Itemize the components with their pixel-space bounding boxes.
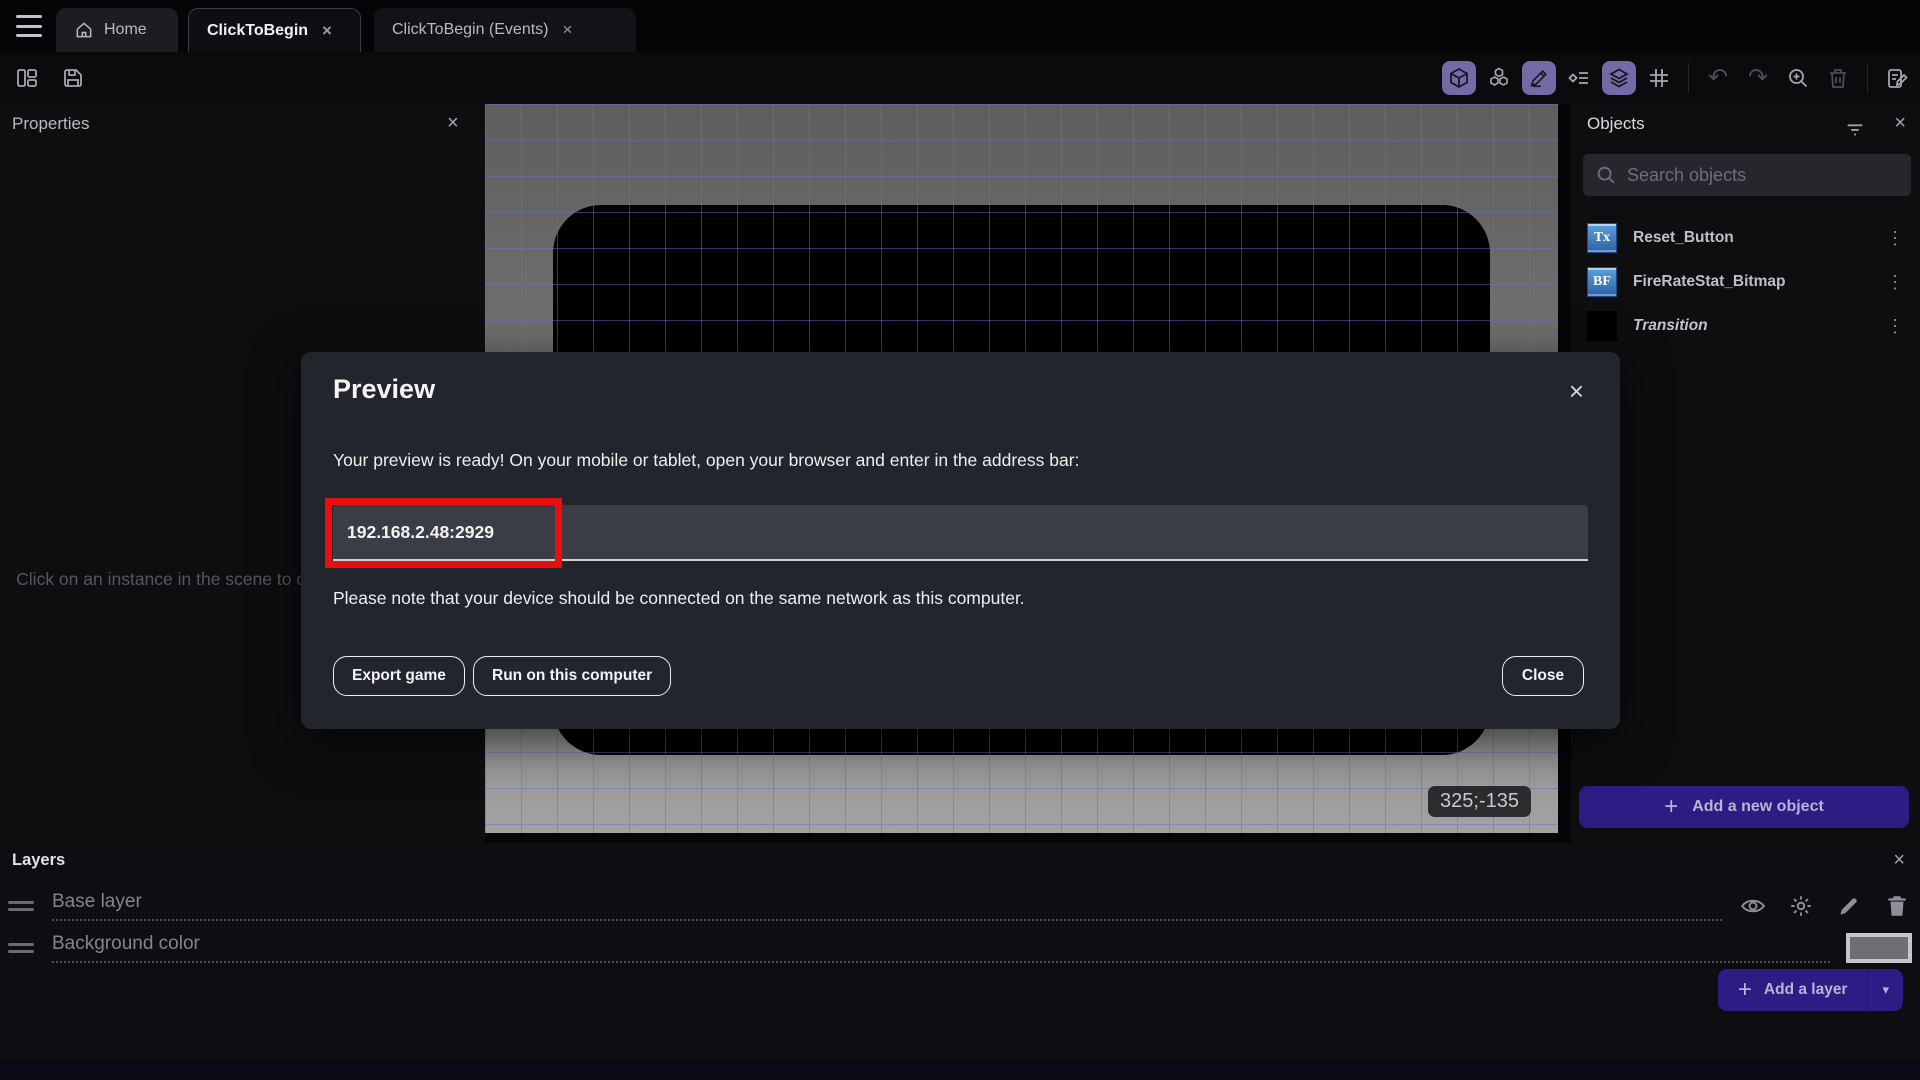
tab-label: ClickToBegin (Events) [392, 21, 549, 38]
dialog-note: Please note that your device should be c… [333, 588, 1025, 608]
add-layer-button[interactable]: + Add a layer [1718, 969, 1868, 1011]
chevron-down-icon: ▾ [1882, 982, 1889, 997]
text-object-icon: Tx [1587, 223, 1617, 253]
dialog-title: Preview [333, 374, 436, 404]
delete-layer-icon[interactable] [1882, 891, 1912, 921]
delete-icon[interactable] [1821, 61, 1855, 95]
undo-icon[interactable]: ↶ [1701, 61, 1735, 95]
objects-search-box [1583, 154, 1911, 196]
toggle-panels-icon[interactable] [10, 61, 44, 95]
object-name: Reset_Button [1633, 229, 1734, 246]
tab-home[interactable]: Home [56, 8, 178, 52]
drag-handle-icon[interactable] [8, 939, 34, 957]
tab-clicktobegin-events[interactable]: ClickToBegin (Events) × [374, 8, 636, 52]
redo-icon[interactable]: ↷ [1741, 61, 1775, 95]
layers-panel: Layers × Base layer Background color + A… [0, 843, 1920, 1080]
close-icon[interactable]: × [447, 112, 459, 135]
plus-icon: + [1737, 976, 1752, 1003]
home-icon [74, 20, 94, 40]
objects-panel: Objects × Tx Reset_Button ⋮ BF FireRateS… [1571, 104, 1920, 843]
tab-bar: Home ClickToBegin × ClickToBegin (Events… [0, 0, 1920, 52]
tab-label: Home [104, 21, 147, 38]
layers-panel-toggle-icon[interactable] [1602, 61, 1636, 95]
background-color-swatch[interactable] [1846, 933, 1912, 963]
tab-close-icon[interactable]: × [563, 20, 573, 40]
export-game-button[interactable]: Export game [333, 656, 465, 696]
close-icon[interactable]: × [1569, 376, 1584, 407]
run-on-this-computer-button[interactable]: Run on this computer [473, 656, 672, 696]
object-row-reset-button[interactable]: Tx Reset_Button ⋮ [1571, 216, 1920, 260]
toolbar: Preview ▾ Publish ↶ ↷ [0, 52, 1920, 146]
objects-panel-toggle-icon[interactable] [1442, 61, 1476, 95]
layer-row-base: Base layer [8, 887, 1912, 925]
visibility-eye-icon[interactable] [1738, 891, 1768, 921]
object-name: FireRateStat_Bitmap [1633, 273, 1786, 290]
tab-close-icon[interactable]: × [322, 21, 332, 41]
drag-handle-icon[interactable] [8, 897, 34, 915]
tab-clicktobegin[interactable]: ClickToBegin × [188, 8, 361, 52]
toolbar-separator [1867, 63, 1868, 93]
main-menu-icon[interactable] [16, 15, 42, 37]
objects-panel-title: Objects [1587, 114, 1645, 133]
object-menu-icon[interactable]: ⋮ [1882, 272, 1908, 293]
dialog-message: Your preview is ready! On your mobile or… [333, 450, 1080, 470]
plus-icon: + [1664, 793, 1679, 820]
add-new-object-button[interactable]: + Add a new object [1579, 786, 1909, 828]
layer-name-field[interactable]: Background color [52, 933, 1830, 963]
grid-icon[interactable] [1642, 61, 1676, 95]
color-object-icon [1587, 311, 1617, 341]
layer-row-background-color: Background color [8, 929, 1912, 967]
add-layer-caret[interactable]: ▾ [1867, 969, 1903, 1011]
edit-events-icon[interactable] [1880, 61, 1914, 95]
object-row-transition[interactable]: Transition ⋮ [1571, 304, 1920, 348]
close-button[interactable]: Close [1502, 656, 1584, 696]
close-icon[interactable]: × [1894, 112, 1906, 135]
preview-address-field[interactable]: 192.168.2.48:2929 [333, 505, 1588, 561]
filter-icon[interactable] [1844, 118, 1866, 140]
layers-panel-title: Layers [12, 851, 66, 869]
add-object-label: Add a new object [1692, 798, 1824, 815]
cursor-coordinates-badge: 325;-135 [1428, 786, 1531, 817]
preview-dialog: Preview × Your preview is ready! On your… [301, 352, 1620, 729]
layer-effects-icon[interactable] [1786, 891, 1816, 921]
edit-scene-icon[interactable] [1522, 61, 1556, 95]
object-menu-icon[interactable]: ⋮ [1882, 228, 1908, 249]
search-icon [1595, 164, 1617, 186]
save-icon[interactable] [56, 61, 90, 95]
object-row-fireratestat-bitmap[interactable]: BF FireRateStat_Bitmap ⋮ [1571, 260, 1920, 304]
edit-layer-icon[interactable] [1834, 891, 1864, 921]
zoom-in-icon[interactable] [1781, 61, 1815, 95]
toolbar-separator [1688, 63, 1689, 93]
object-name: Transition [1633, 317, 1708, 334]
instances-list-icon[interactable] [1562, 61, 1596, 95]
add-layer-split-button: + Add a layer ▾ [1717, 969, 1903, 1011]
properties-panel-title: Properties [12, 114, 90, 133]
layer-name-field[interactable]: Base layer [52, 891, 1722, 921]
add-layer-label: Add a layer [1763, 981, 1848, 998]
instances-icon[interactable] [1482, 61, 1516, 95]
window-bottom-strip [0, 1058, 1920, 1080]
object-menu-icon[interactable]: ⋮ [1882, 316, 1908, 337]
search-input[interactable] [1627, 164, 1899, 186]
bitmap-font-object-icon: BF [1587, 267, 1617, 297]
close-icon[interactable]: × [1893, 849, 1905, 872]
tab-label: ClickToBegin [207, 21, 309, 39]
